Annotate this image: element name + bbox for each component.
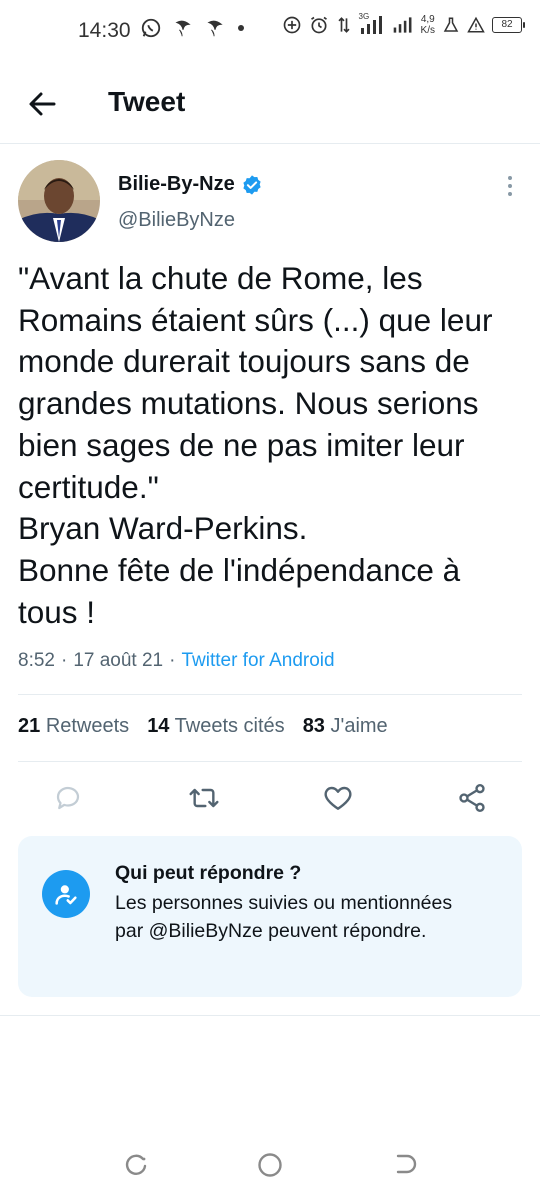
meta-separator: · bbox=[169, 650, 176, 671]
home-button[interactable] bbox=[255, 1150, 285, 1180]
back-button[interactable] bbox=[22, 84, 62, 124]
tweet-text: "Avant la chute de Rome, les Romains éta… bbox=[18, 260, 493, 630]
app-notification-icon bbox=[207, 20, 223, 37]
back-nav-icon bbox=[396, 1154, 417, 1174]
arrow-left-icon bbox=[29, 92, 56, 116]
data-transfer-icon bbox=[337, 17, 350, 33]
reply-restriction-description: Les personnes suivies ou mentionnées par… bbox=[115, 892, 453, 942]
divider bbox=[18, 761, 522, 762]
heart-icon bbox=[324, 786, 352, 810]
tweet-metadata: 8:52 · 17 août 21 · Twitter for Android bbox=[18, 650, 335, 672]
retweet-icon bbox=[189, 788, 219, 808]
avatar[interactable] bbox=[18, 160, 100, 242]
more-options-button[interactable] bbox=[498, 174, 522, 198]
whatsapp-icon bbox=[141, 18, 161, 38]
author-handle[interactable]: @BilieByNze bbox=[118, 209, 235, 232]
reply-icon bbox=[56, 786, 80, 810]
recents-icon bbox=[125, 1154, 147, 1175]
divider bbox=[18, 694, 522, 695]
divider bbox=[0, 1015, 540, 1016]
tweet-source-link[interactable]: Twitter for Android bbox=[181, 650, 334, 672]
likes-stat[interactable]: 83 J'aime bbox=[303, 715, 388, 738]
signal-icon bbox=[393, 17, 412, 33]
share-button[interactable] bbox=[454, 780, 490, 816]
back-nav-button[interactable] bbox=[390, 1150, 420, 1180]
signal-icon bbox=[360, 16, 382, 34]
quote-tweets-stat[interactable]: 14 Tweets cités bbox=[147, 715, 285, 738]
like-button[interactable] bbox=[320, 780, 356, 816]
tweet-time: 8:52 bbox=[18, 650, 55, 671]
alarm-icon bbox=[310, 16, 327, 34]
meta-separator: · bbox=[60, 650, 68, 671]
tweet-actions bbox=[0, 780, 540, 818]
tweet-stats: 21 Retweets 14 Tweets cités 83 J'aime bbox=[18, 715, 388, 738]
system-navigation-bar bbox=[0, 1130, 540, 1200]
recent-apps-button[interactable] bbox=[121, 1150, 151, 1180]
reply-button[interactable] bbox=[50, 780, 86, 816]
tweet-date: 17 août 21 bbox=[73, 650, 164, 671]
status-bar: 14:30 3G 4,9 K/s 82 bbox=[0, 0, 540, 62]
verified-badge-icon bbox=[243, 174, 261, 195]
page-title: Tweet bbox=[108, 86, 186, 117]
data-saver-icon bbox=[283, 16, 300, 34]
share-icon bbox=[459, 784, 485, 812]
app-notification-icon bbox=[175, 20, 191, 37]
warning-icon bbox=[467, 16, 485, 33]
battery-indicator: 82 bbox=[492, 17, 525, 33]
more-vertical-icon bbox=[508, 176, 512, 196]
author-name[interactable]: Bilie-By-Nze bbox=[118, 173, 235, 196]
app-header: Tweet bbox=[0, 62, 540, 144]
reply-restriction-badge bbox=[42, 870, 90, 918]
retweets-stat[interactable]: 21 Retweets bbox=[18, 715, 129, 738]
network-speed: 4,9 K/s bbox=[420, 14, 435, 36]
person-check-icon bbox=[55, 885, 77, 905]
reply-restriction-title: Qui peut répondre ? bbox=[115, 862, 302, 884]
home-circle-icon bbox=[258, 1153, 282, 1177]
reply-restriction-card: Qui peut répondre ? Les personnes suivie… bbox=[18, 836, 522, 997]
notification-dot-icon bbox=[238, 25, 244, 31]
status-time: 14:30 bbox=[78, 19, 131, 42]
retweet-button[interactable] bbox=[186, 780, 222, 816]
profile-photo bbox=[18, 160, 100, 242]
flask-icon bbox=[443, 17, 459, 32]
